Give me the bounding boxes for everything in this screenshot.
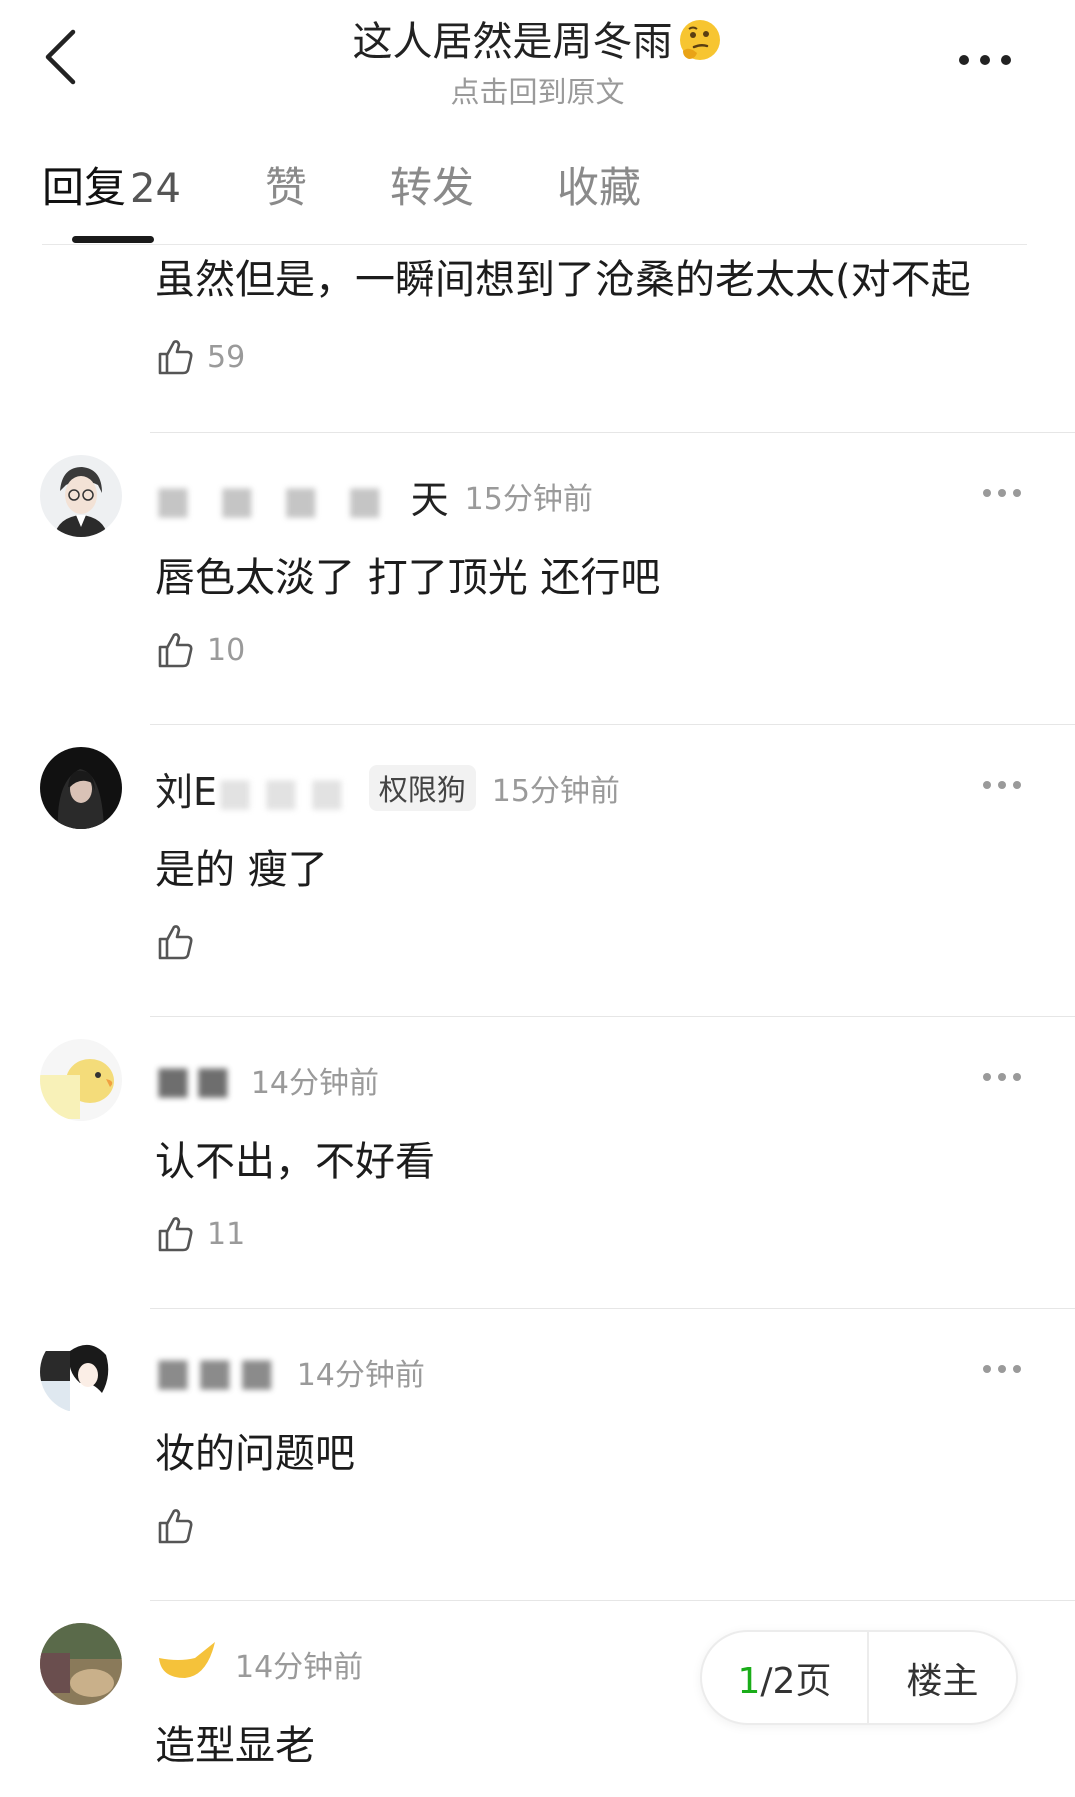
avatar[interactable] bbox=[40, 455, 122, 537]
comment-divider bbox=[150, 1308, 1075, 1309]
comment-meta: 14分钟前 bbox=[155, 1639, 363, 1689]
avatar[interactable] bbox=[40, 747, 122, 829]
username[interactable]: ■■ bbox=[155, 1058, 235, 1102]
comment-text: 唇色太淡了 打了顶光 还行吧 bbox=[155, 555, 661, 601]
like-count: 10 bbox=[207, 632, 246, 668]
title-block[interactable]: 这人居然是周冬雨 点击回到原文 bbox=[200, 14, 875, 112]
comment-time: 14分钟前 bbox=[296, 1358, 425, 1393]
username[interactable]: ■■■■天 bbox=[155, 469, 449, 524]
header-more-button[interactable] bbox=[950, 40, 1020, 80]
avatar[interactable] bbox=[40, 1331, 122, 1413]
comment-text: 妆的问题吧 bbox=[155, 1431, 355, 1477]
user-avatar-image bbox=[40, 747, 122, 829]
more-dots-icon bbox=[983, 1365, 1021, 1373]
like-count: 59 bbox=[207, 339, 246, 375]
top-bar: 这人居然是周冬雨 点击回到原文 bbox=[0, 0, 1075, 120]
comment-meta: 刘E■■■ 权限狗 15分钟前 bbox=[155, 761, 620, 816]
user-badge-icon bbox=[159, 1641, 215, 1678]
back-button[interactable] bbox=[30, 22, 90, 92]
page-title: 这人居然是周冬雨 bbox=[200, 14, 875, 70]
current-page: 1 bbox=[737, 1660, 761, 1702]
thumbs-up-icon bbox=[158, 1509, 193, 1544]
comment-divider bbox=[150, 1600, 1075, 1601]
thinking-face-emoji-icon bbox=[679, 20, 720, 60]
more-dots-icon bbox=[959, 55, 1011, 65]
chevron-left-icon bbox=[45, 29, 76, 85]
user-avatar-image bbox=[40, 455, 122, 537]
comment-meta: ■■ 14分钟前 bbox=[155, 1055, 379, 1105]
comment-text: 是的 瘦了 bbox=[155, 847, 328, 893]
comment-text: 认不出，不好看 bbox=[155, 1139, 435, 1185]
op-only-button[interactable]: 楼主 bbox=[869, 1652, 1016, 1704]
more-dots-icon bbox=[983, 781, 1021, 789]
tab-replies[interactable]: 回复 24 bbox=[42, 160, 181, 217]
comment-divider bbox=[150, 1016, 1075, 1017]
total-pages: /2页 bbox=[760, 1660, 832, 1702]
avatar[interactable] bbox=[40, 1039, 122, 1121]
like-button[interactable]: 59 bbox=[155, 332, 245, 382]
comment-text: 虽然但是，一瞬间想到了沧桑的老太太(对不起 bbox=[155, 257, 971, 303]
floating-pager: 1/2页 楼主 bbox=[700, 1630, 1018, 1725]
user-avatar-image bbox=[40, 1039, 122, 1121]
thumbs-up-icon bbox=[158, 340, 193, 375]
comment-text: 造型显老 bbox=[155, 1723, 315, 1769]
comment-meta: ■■■ 14分钟前 bbox=[155, 1347, 425, 1397]
more-dots-icon bbox=[983, 489, 1021, 497]
tabs-divider bbox=[42, 244, 1027, 245]
tab-favorites[interactable]: 收藏 bbox=[557, 160, 641, 216]
comment-divider bbox=[150, 724, 1075, 725]
comment-more-button[interactable] bbox=[977, 473, 1027, 513]
thumbs-up-icon bbox=[158, 633, 193, 668]
comment-more-button[interactable] bbox=[977, 1057, 1027, 1097]
page-indicator-button[interactable]: 1/2页 bbox=[702, 1652, 867, 1704]
comment-time: 15分钟前 bbox=[464, 482, 593, 517]
comment-time: 15分钟前 bbox=[491, 774, 620, 809]
like-button[interactable] bbox=[155, 1501, 207, 1551]
more-dots-icon bbox=[983, 1073, 1021, 1081]
tab-bar: 回复 24 赞 转发 收藏 bbox=[0, 150, 1075, 245]
avatar[interactable] bbox=[40, 1623, 122, 1705]
like-count: 11 bbox=[207, 1216, 246, 1252]
comment-time: 14分钟前 bbox=[250, 1066, 379, 1101]
comment-divider bbox=[150, 432, 1075, 433]
username[interactable]: 刘E■■■ bbox=[155, 761, 355, 816]
comment-meta: ■■■■天 15分钟前 bbox=[155, 469, 593, 524]
comment-time: 14分钟前 bbox=[235, 1650, 364, 1685]
active-tab-indicator bbox=[72, 236, 154, 243]
like-button[interactable]: 10 bbox=[155, 625, 245, 675]
thumbs-up-icon bbox=[158, 1217, 193, 1252]
username[interactable] bbox=[155, 1638, 219, 1691]
user-avatar-image bbox=[40, 1623, 122, 1705]
tab-reposts[interactable]: 转发 bbox=[390, 160, 474, 216]
tab-likes[interactable]: 赞 bbox=[265, 160, 307, 216]
like-button[interactable]: 11 bbox=[155, 1209, 245, 1259]
back-to-post-link[interactable]: 点击回到原文 bbox=[200, 72, 875, 112]
comment-more-button[interactable] bbox=[977, 765, 1027, 805]
like-button[interactable] bbox=[155, 917, 207, 967]
thumbs-up-icon bbox=[158, 925, 193, 960]
reply-count: 24 bbox=[130, 166, 181, 212]
comment-more-button[interactable] bbox=[977, 1349, 1027, 1389]
username[interactable]: ■■■ bbox=[155, 1350, 281, 1394]
user-badge: 权限狗 bbox=[368, 765, 476, 811]
user-avatar-image bbox=[40, 1331, 122, 1413]
